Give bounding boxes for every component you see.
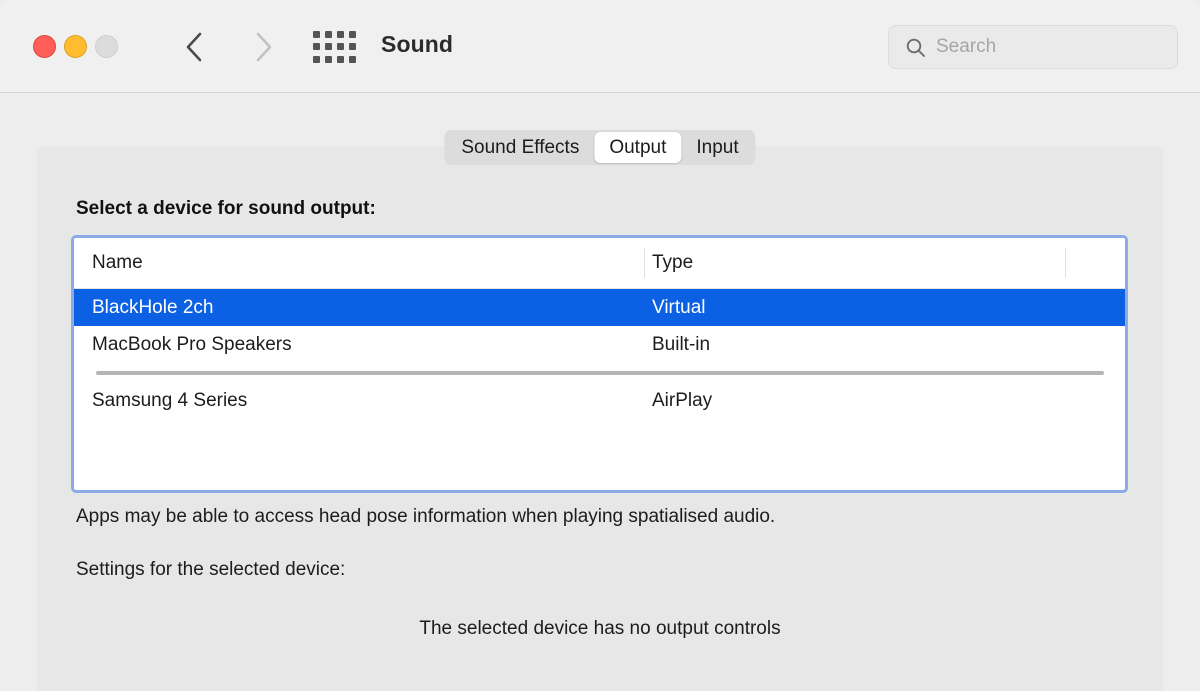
tab-input[interactable]: Input [681, 132, 753, 163]
device-type: AirPlay [652, 390, 712, 412]
chevron-right-icon [254, 31, 274, 63]
back-button[interactable] [175, 27, 213, 67]
zoom-window-button [95, 35, 118, 58]
grid-dot [349, 43, 356, 50]
grid-dot [349, 56, 356, 63]
settings-for-device-label: Settings for the selected device: [76, 559, 345, 581]
search-placeholder-text: Search [936, 36, 996, 58]
window-toolbar: Sound Search [0, 0, 1200, 93]
table-row[interactable]: Samsung 4 Series AirPlay [74, 382, 1125, 419]
traffic-light-buttons [33, 35, 118, 58]
close-window-button[interactable] [33, 35, 56, 58]
section-heading: Select a device for sound output: [76, 198, 376, 220]
grid-dot [313, 56, 320, 63]
grid-dot [349, 31, 356, 38]
device-name: Samsung 4 Series [92, 390, 247, 412]
tab-sound-effects[interactable]: Sound Effects [446, 132, 594, 163]
grid-dot [325, 31, 332, 38]
grid-dot [337, 31, 344, 38]
device-name: BlackHole 2ch [92, 297, 213, 319]
minimize-window-button[interactable] [64, 35, 87, 58]
column-divider [1065, 248, 1066, 278]
grid-dot [313, 31, 320, 38]
window-title: Sound [381, 31, 453, 58]
grid-dot [337, 56, 344, 63]
table-header-row: Name Type [74, 238, 1125, 289]
grid-dot [325, 43, 332, 50]
tab-segmented-control: Sound Effects Output Input [444, 130, 755, 165]
column-divider [644, 248, 645, 278]
device-type: Virtual [652, 297, 706, 319]
separator-line [96, 371, 1104, 375]
table-group-separator [74, 363, 1125, 382]
grid-dot [337, 43, 344, 50]
search-field[interactable]: Search [888, 25, 1178, 69]
grid-dot [325, 56, 332, 63]
no-output-controls-message: The selected device has no output contro… [37, 618, 1163, 640]
column-header-type[interactable]: Type [652, 252, 693, 274]
forward-button [245, 27, 283, 67]
show-all-preferences-icon[interactable] [313, 31, 357, 64]
table-row[interactable]: MacBook Pro Speakers Built-in [74, 326, 1125, 363]
chevron-left-icon [184, 31, 204, 63]
navigation-arrows [175, 27, 283, 67]
device-type: Built-in [652, 334, 710, 356]
spatial-audio-note: Apps may be able to access head pose inf… [76, 506, 775, 528]
grid-dot [313, 43, 320, 50]
column-header-name[interactable]: Name [92, 252, 143, 274]
preferences-content-panel: Sound Effects Output Input Select a devi… [37, 146, 1163, 691]
search-icon [905, 37, 926, 58]
table-body: BlackHole 2ch Virtual MacBook Pro Speake… [74, 289, 1125, 419]
output-device-table[interactable]: Name Type BlackHole 2ch Virtual MacBook … [71, 235, 1128, 493]
table-row[interactable]: BlackHole 2ch Virtual [74, 289, 1125, 326]
sound-preferences-window: Sound Search Sound Effects Output Input … [0, 0, 1200, 691]
device-name: MacBook Pro Speakers [92, 334, 292, 356]
tab-output[interactable]: Output [594, 132, 681, 163]
